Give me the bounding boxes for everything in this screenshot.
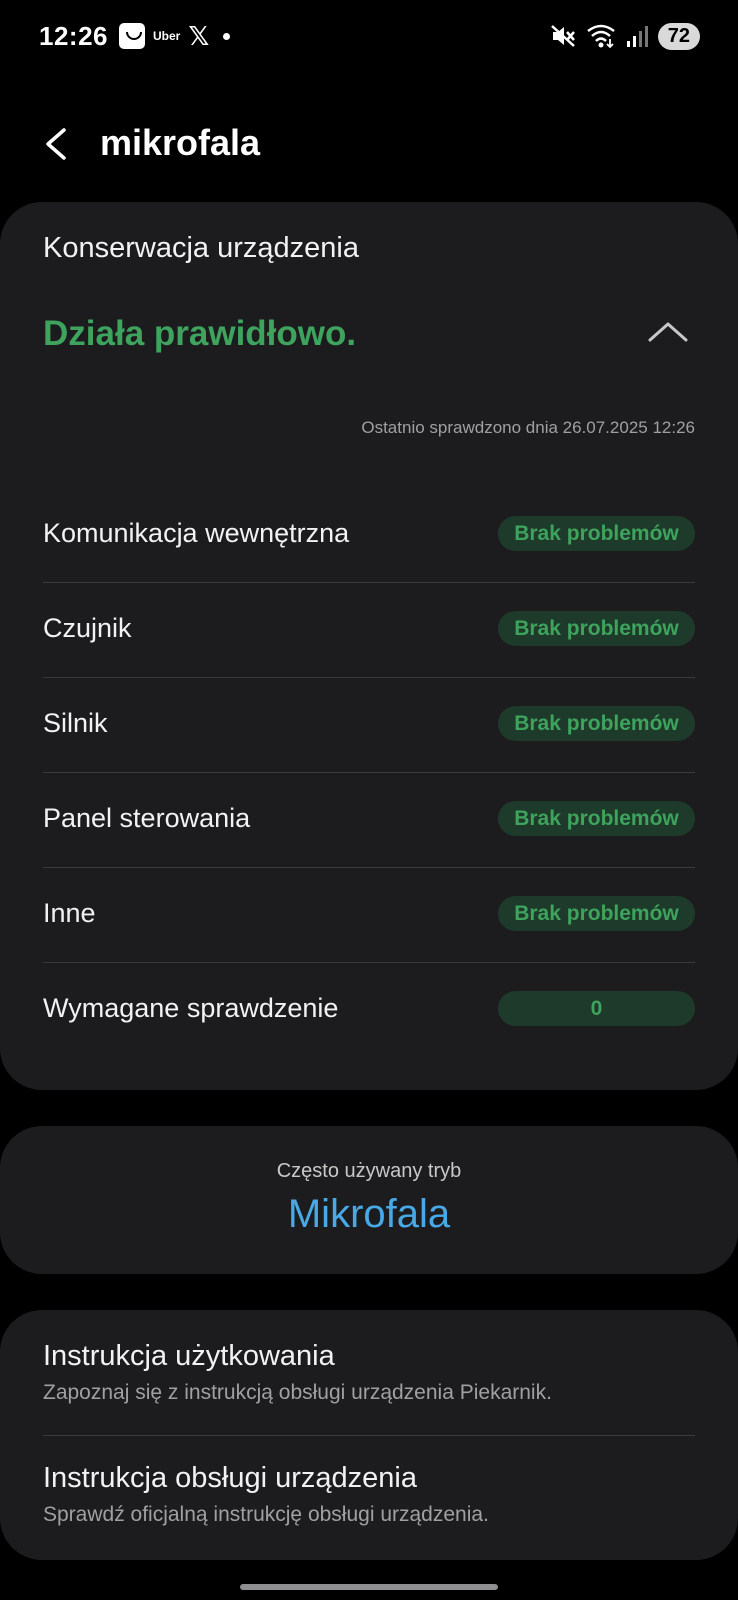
diagnostic-label: Komunikacja wewnętrzna (43, 518, 350, 548)
status-bar: 12:26 Uber 𝕏 72 (0, 0, 738, 72)
device-manual-link[interactable]: Instrukcja obsługi urządzenia Sprawdź of… (43, 1462, 695, 1527)
device-status: Działa prawidłowo. (43, 314, 357, 353)
divider (43, 1435, 695, 1436)
status-badge: Brak problemów (498, 706, 695, 741)
battery-level: 72 (657, 22, 700, 50)
diagnostic-label: Silnik (43, 708, 108, 738)
back-arrow-icon[interactable] (38, 122, 78, 166)
diagnostic-row: Wymagane sprawdzenie 0 (43, 963, 695, 1057)
x-app-icon: 𝕏 (188, 21, 210, 51)
more-notifications-dot-icon (223, 32, 231, 40)
user-manual-title: Instrukcja użytkowania (43, 1340, 335, 1372)
frequent-mode-caption: Często używany tryb (276, 1160, 462, 1182)
user-manual-description: Zapoznaj się z instrukcją obsługi urządz… (43, 1381, 552, 1404)
home-indicator[interactable] (240, 1584, 498, 1590)
diagnostic-row: Komunikacja wewnętrzna Brak problemów (43, 488, 695, 583)
status-badge: Brak problemów (498, 896, 695, 931)
maintenance-card: Konserwacja urządzenia Działa prawidłowo… (0, 202, 738, 1090)
diagnostic-label: Czujnik (43, 613, 132, 643)
frequent-mode-card[interactable]: Często używany tryb Mikrofala (0, 1126, 738, 1274)
diagnostic-label: Inne (43, 898, 96, 928)
last-checked-timestamp: Ostatnio sprawdzono dnia 26.07.2025 12:2… (361, 418, 695, 437)
maintenance-title: Konserwacja urządzenia (43, 232, 359, 264)
wifi-icon (586, 24, 615, 49)
notification-icons: Uber 𝕏 (119, 21, 231, 51)
signal-icon (626, 26, 648, 47)
status-time: 12:26 (39, 21, 108, 51)
diagnostic-row: Czujnik Brak problemów (43, 583, 695, 678)
diagnostic-row: Panel sterowania Brak problemów (43, 773, 695, 868)
diagnostic-row: Inne Brak problemów (43, 868, 695, 963)
user-manual-link[interactable]: Instrukcja użytkowania Zapoznaj się z in… (43, 1340, 695, 1405)
page-title: mikrofala (100, 122, 261, 163)
diagnostic-label: Panel sterowania (43, 803, 251, 833)
frequent-mode-value: Mikrofala (287, 1192, 451, 1236)
diagnostic-label: Wymagane sprawdzenie (43, 993, 339, 1023)
manuals-card: Instrukcja użytkowania Zapoznaj się z in… (0, 1310, 738, 1560)
system-icons: 72 (550, 21, 700, 51)
diagnostics-list: Komunikacja wewnętrzna Brak problemów Cz… (43, 488, 695, 1057)
status-badge: Brak problemów (498, 801, 695, 836)
status-badge: Brak problemów (498, 611, 695, 646)
device-manual-description: Sprawdź oficjalną instrukcję obsługi urz… (43, 1503, 489, 1526)
uber-icon: Uber (153, 29, 181, 43)
collapse-chevron-up-icon[interactable] (642, 310, 694, 354)
mute-icon (550, 25, 575, 47)
check-count-badge: 0 (498, 991, 695, 1026)
app-header: mikrofala (0, 100, 738, 190)
shopping-app-icon (119, 23, 145, 49)
device-manual-title: Instrukcja obsługi urządzenia (43, 1462, 417, 1494)
status-badge: Brak problemów (498, 516, 695, 551)
diagnostic-row: Silnik Brak problemów (43, 678, 695, 773)
